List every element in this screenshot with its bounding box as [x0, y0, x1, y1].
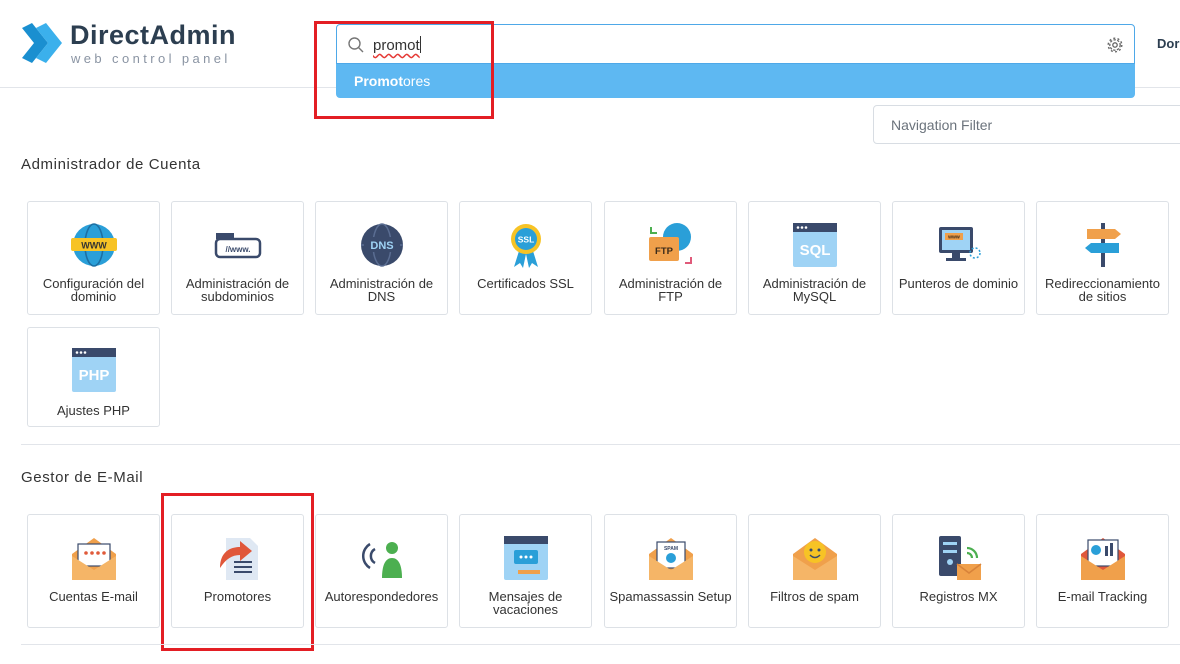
tile-ftp[interactable]: FTP Administración de FTP	[604, 201, 737, 315]
mx-server-icon	[939, 536, 982, 580]
section-title-email: Gestor de E-Mail	[21, 469, 144, 486]
www-globe-icon: WWW	[71, 223, 117, 267]
tile-label: Punteros de dominio	[898, 276, 1019, 291]
tile-php-settings[interactable]: PHP Ajustes PHP	[27, 327, 160, 427]
directadmin-logo[interactable]: DirectAdmin web control panel	[20, 18, 237, 70]
svg-text:WWW: WWW	[81, 241, 107, 251]
ftp-folder-icon: FTP	[649, 223, 692, 264]
top-header: DirectAdmin web control panel promot Pro…	[0, 0, 1180, 98]
tile-ssl[interactable]: SSL Certificados SSL	[459, 201, 592, 315]
forwarder-icon	[220, 538, 258, 580]
tile-spam-filters[interactable]: Filtros de spam	[748, 514, 881, 628]
tile-label: Autorespondedores	[324, 589, 439, 604]
spamassassin-icon: SPAM	[649, 538, 693, 580]
tile-dns[interactable]: DNS Administración de DNS	[315, 201, 448, 315]
email-tracking-icon	[1081, 538, 1125, 580]
section-title-account: Administrador de Cuenta	[21, 156, 201, 173]
tile-vacation-messages[interactable]: Mensajes de vacaciones	[459, 514, 592, 628]
user-menu[interactable]: Dor	[1157, 36, 1179, 51]
email-envelope-icon	[72, 538, 116, 580]
gear-icon[interactable]	[1106, 36, 1124, 54]
tile-email-accounts[interactable]: Cuentas E-mail	[27, 514, 160, 628]
svg-text:FTP: FTP	[655, 246, 674, 257]
directadmin-logo-icon	[22, 23, 62, 63]
tile-label: Certificados SSL	[477, 276, 574, 291]
tile-mx-records[interactable]: Registros MX	[892, 514, 1025, 628]
tile-site-redirection[interactable]: Redireccionamiento de sitios	[1036, 201, 1169, 315]
dns-globe-icon: DNS	[361, 223, 403, 267]
tile-mysql[interactable]: SQL Administración de MySQL	[748, 201, 881, 315]
svg-text:SSL: SSL	[518, 235, 535, 245]
tile-label: Configuración del dominio	[42, 276, 145, 304]
section-divider	[21, 644, 1180, 645]
tile-label: Spamassassin Setup	[609, 589, 732, 604]
tile-subdomains[interactable]: //www. Administración de subdominios	[171, 201, 304, 315]
tile-domain-setup[interactable]: WWW Configuración del dominio	[27, 201, 160, 315]
tile-domain-pointers[interactable]: www Punteros de dominio	[892, 201, 1025, 315]
signpost-icon	[1085, 223, 1121, 267]
svg-text:www: www	[947, 235, 960, 241]
svg-text:SQL: SQL	[800, 242, 831, 259]
vacation-message-icon	[504, 536, 548, 580]
sql-window-icon: SQL	[793, 223, 837, 267]
tile-label: E-mail Tracking	[1057, 589, 1148, 604]
svg-text:PHP: PHP	[79, 367, 110, 384]
logo-title: DirectAdmin	[70, 20, 237, 50]
tile-forwarders[interactable]: Promotores	[171, 514, 304, 628]
tile-label: Administración de MySQL	[762, 276, 867, 304]
navigation-filter[interactable]	[873, 105, 1180, 144]
subdomain-icon: //www.	[214, 233, 262, 259]
navigation-filter-input[interactable]	[874, 106, 1180, 143]
tile-label: Mensajes de vacaciones	[488, 589, 563, 617]
spam-filter-icon	[793, 538, 837, 580]
tile-label: Administración de DNS	[329, 276, 434, 304]
tile-label: Administración de subdominios	[185, 276, 290, 304]
php-window-icon: PHP	[72, 348, 116, 392]
tile-email-tracking[interactable]: E-mail Tracking	[1036, 514, 1169, 628]
tile-label: Administración de FTP	[618, 276, 723, 304]
svg-text://www.: //www.	[225, 245, 250, 254]
autoresponder-icon	[361, 542, 402, 578]
tile-autoresponders[interactable]: Autorespondedores	[315, 514, 448, 628]
svg-text:SPAM: SPAM	[664, 546, 678, 552]
tile-spamassassin[interactable]: SPAM Spamassassin Setup	[604, 514, 737, 628]
svg-text:DNS: DNS	[370, 240, 393, 252]
logo-subtitle: web control panel	[71, 51, 231, 66]
search-highlight-box	[314, 21, 494, 119]
tile-label: Promotores	[203, 589, 272, 604]
tile-label: Registros MX	[919, 589, 998, 604]
tile-label: Cuentas E-mail	[49, 589, 138, 604]
ssl-badge-icon: SSL	[511, 224, 541, 268]
tile-label: Redireccionamiento de sitios	[1045, 276, 1160, 304]
tile-label: Filtros de spam	[770, 589, 859, 604]
monitor-pointer-icon: www	[939, 227, 981, 261]
tile-label: Ajustes PHP	[57, 403, 130, 418]
section-divider	[21, 444, 1180, 445]
